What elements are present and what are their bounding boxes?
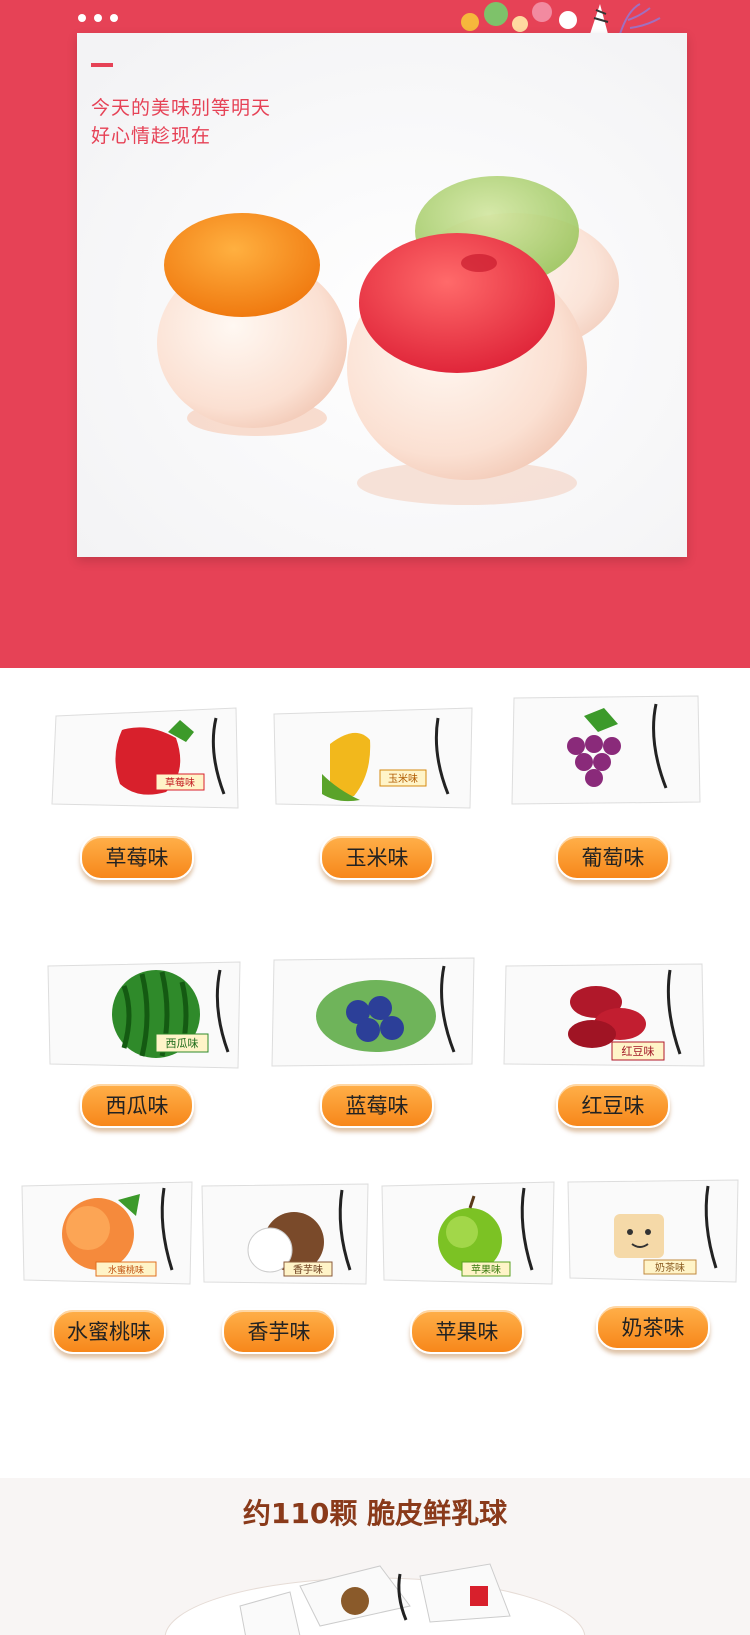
product-detail-page: 今天的美味别等明天 好心情趁现在 草莓味 草莓味 玉米味 玉米味 葡萄味 西瓜味… <box>0 0 750 1635</box>
flavor-button-grape[interactable]: 葡萄味 <box>556 834 670 880</box>
hero-headline-2: 好心情趁现在 <box>91 125 212 147</box>
candy-pack-taro: 香芋味 <box>201 1183 369 1285</box>
svg-text:苹果味: 苹果味 <box>471 1263 501 1276</box>
svg-text:西瓜味: 西瓜味 <box>166 1037 199 1050</box>
flavor-button-apple[interactable]: 苹果味 <box>410 1308 524 1354</box>
flavor-button-red-bean[interactable]: 红豆味 <box>556 1082 670 1128</box>
candy-pack-apple: 苹果味 <box>381 1181 555 1285</box>
flavor-button-taro[interactable]: 香芋味 <box>222 1308 336 1354</box>
flavor-button-milk-tea[interactable]: 奶茶味 <box>596 1304 710 1350</box>
flavor-button-corn[interactable]: 玉米味 <box>320 834 434 880</box>
count-title: 约110颗 脆皮鲜乳球 <box>242 1497 508 1530</box>
candy-pack-watermelon: 西瓜味 <box>47 961 241 1069</box>
candy-pack-peach: 水蜜桃味 <box>21 1181 193 1285</box>
bottom-section: 约110颗 脆皮鲜乳球 <box>0 1478 750 1635</box>
flavor-grid: 草莓味 草莓味 玉米味 玉米味 葡萄味 西瓜味 西瓜味 蓝莓味 红豆味 红豆味 … <box>0 668 750 1478</box>
floral-decoration <box>461 2 661 34</box>
svg-text:水蜜桃味: 水蜜桃味 <box>108 1264 144 1276</box>
candy-pack-milk-tea: 奶茶味 <box>567 1179 739 1283</box>
photo-card: 今天的美味别等明天 好心情趁现在 <box>77 33 687 557</box>
dots-decoration <box>78 14 118 22</box>
hero-headline-1: 今天的美味别等明天 <box>91 97 272 119</box>
svg-text:玉米味: 玉米味 <box>388 772 418 785</box>
accent-bar <box>91 63 113 67</box>
flavor-button-blueberry[interactable]: 蓝莓味 <box>320 1082 434 1128</box>
candy-pack-grape <box>511 695 701 805</box>
flavor-button-strawberry[interactable]: 草莓味 <box>80 834 194 880</box>
candy-pack-corn: 玉米味 <box>273 707 473 809</box>
candy-pack-red-bean: 红豆味 <box>503 963 705 1067</box>
svg-text:红豆味: 红豆味 <box>622 1045 655 1058</box>
candy-bowl-image <box>164 1563 586 1635</box>
svg-text:香芋味: 香芋味 <box>293 1264 323 1276</box>
candy-pack-blueberry <box>271 957 475 1067</box>
svg-text:奶茶味: 奶茶味 <box>655 1261 685 1274</box>
flavor-button-peach[interactable]: 水蜜桃味 <box>52 1308 166 1354</box>
hero-section: 今天的美味别等明天 好心情趁现在 <box>0 0 750 668</box>
flavor-button-watermelon[interactable]: 西瓜味 <box>80 1082 194 1128</box>
svg-text:草莓味: 草莓味 <box>165 777 195 789</box>
candy-pack-strawberry: 草莓味 <box>51 707 239 809</box>
